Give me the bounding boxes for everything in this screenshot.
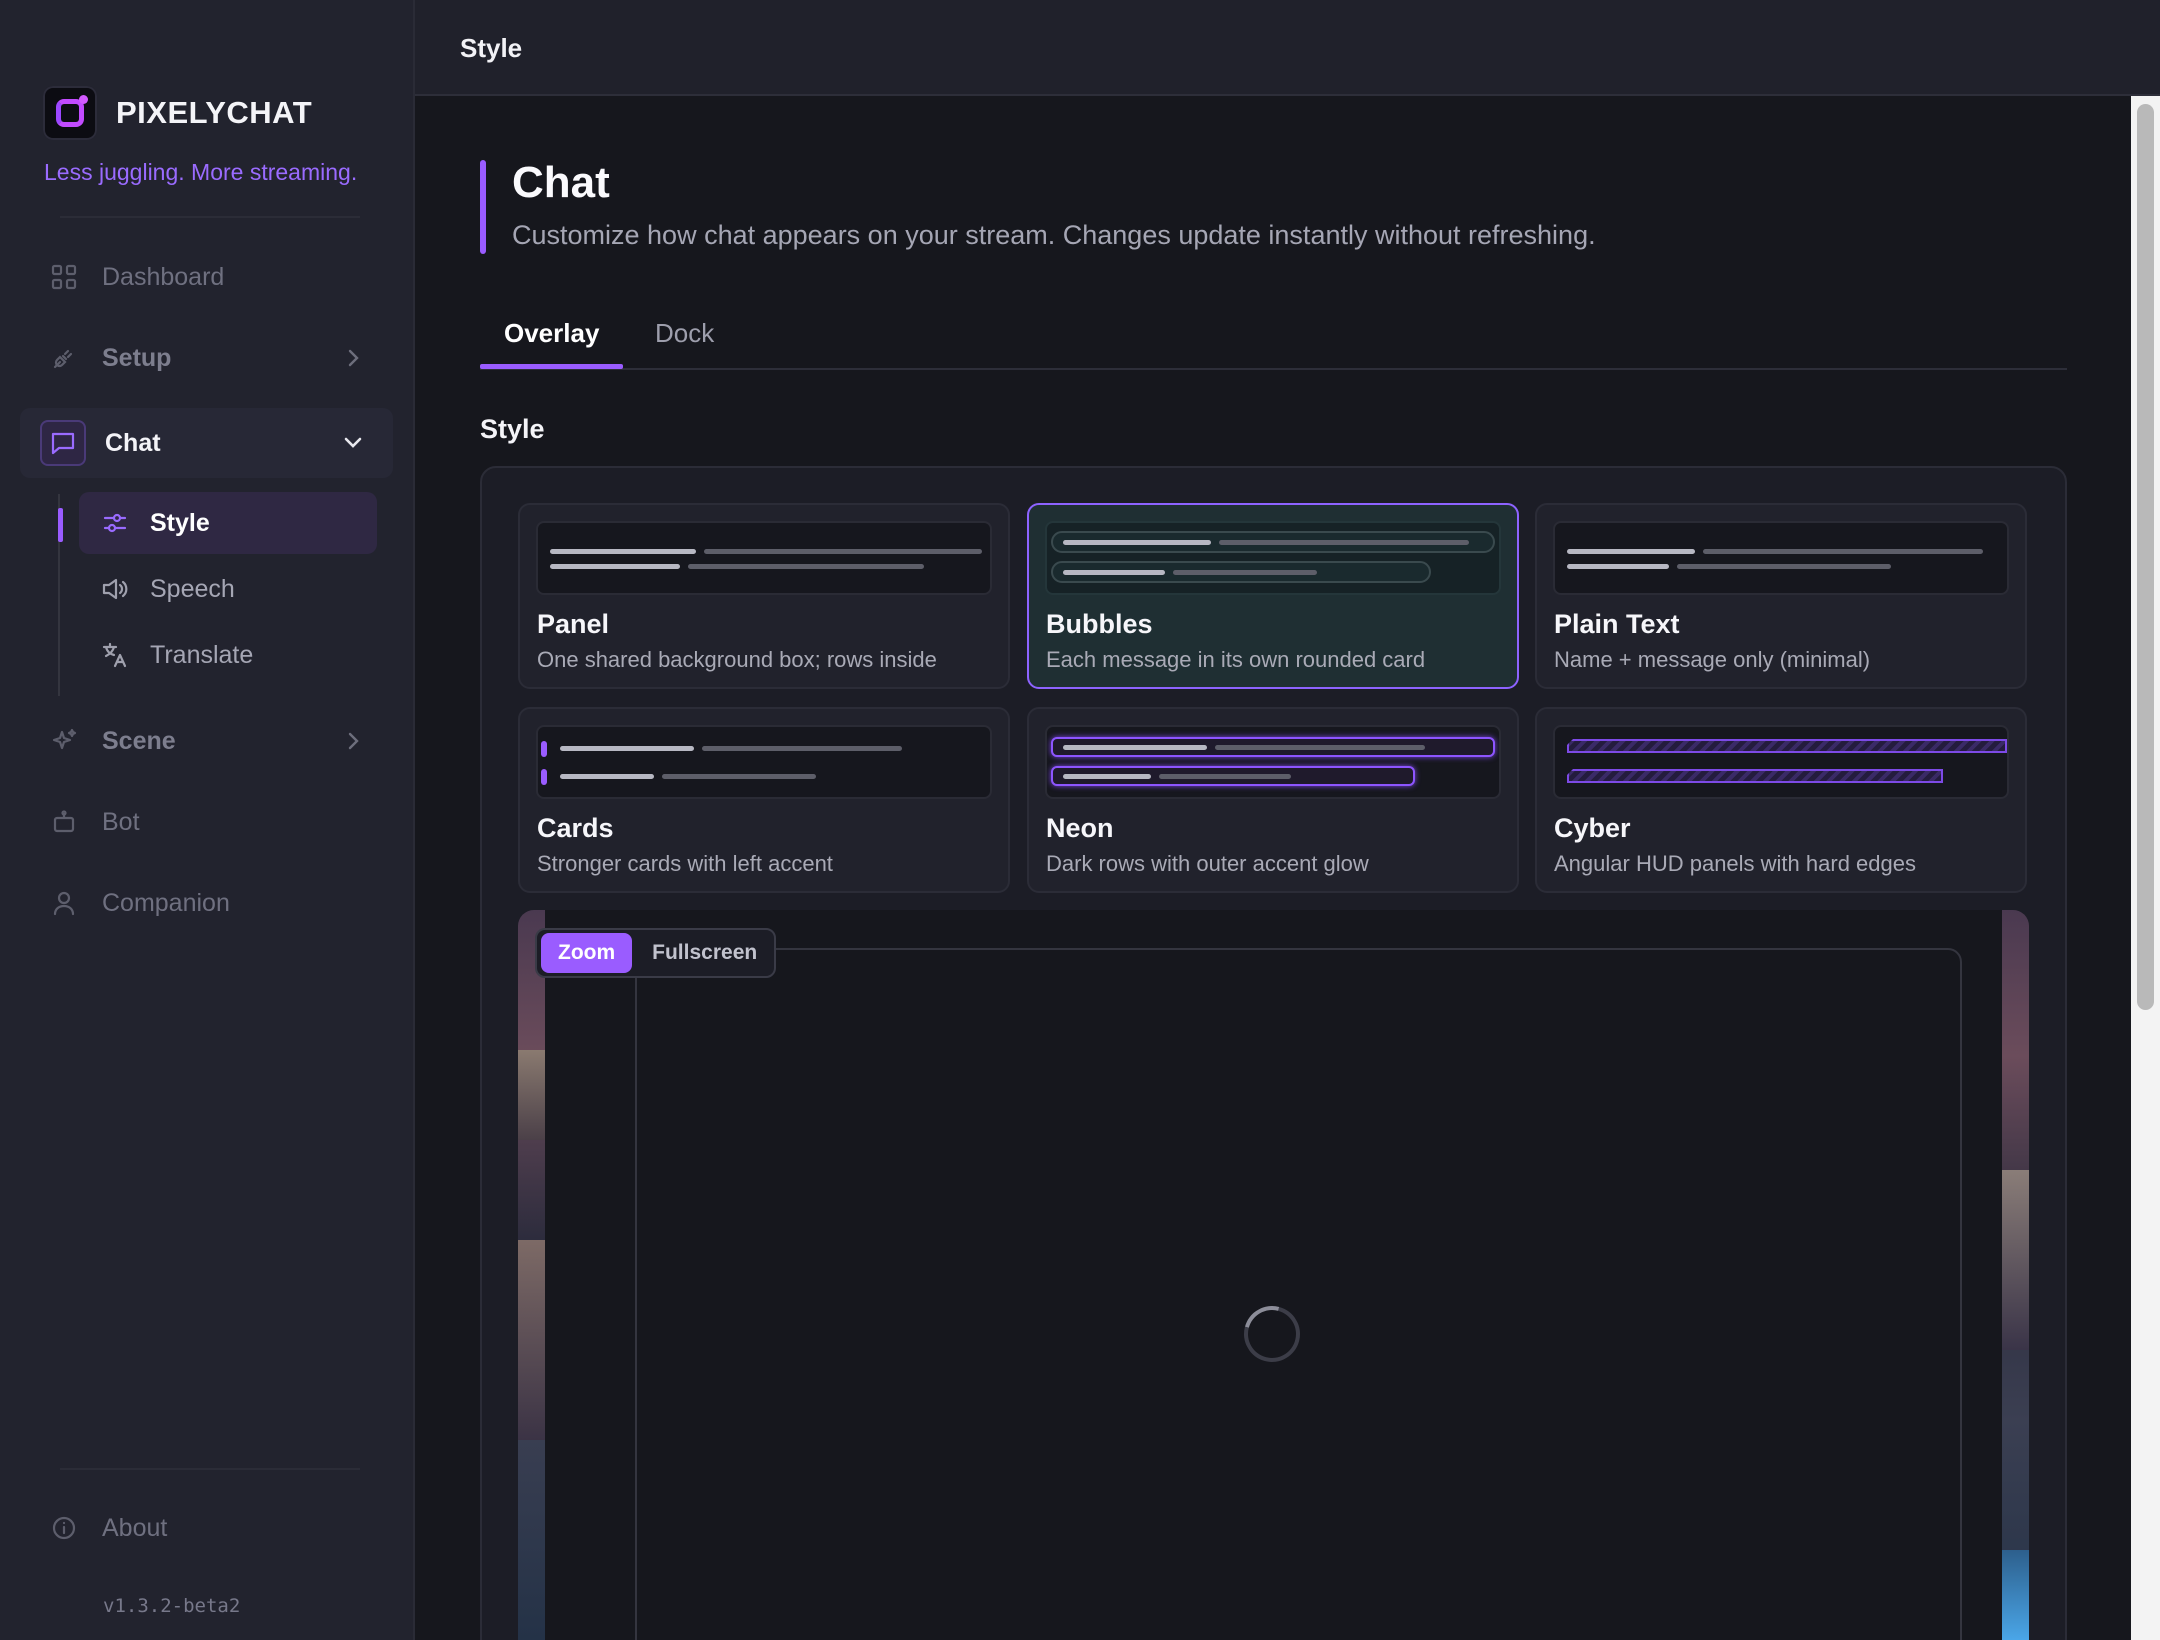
scrollbar-thumb[interactable] <box>2137 104 2154 1010</box>
page-title: Chat <box>512 158 610 207</box>
style-thumbnail <box>536 725 992 799</box>
sidebar-item-label: Companion <box>102 888 230 917</box>
sidebar-subitem-label: Style <box>150 508 210 537</box>
sidebar-item-scene[interactable]: Scene <box>20 710 393 772</box>
sidebar-item-label: Chat <box>105 428 161 457</box>
sidebar-item-label: Bot <box>102 807 140 836</box>
chat-bubble-icon <box>40 420 86 466</box>
sidebar-item-chat[interactable]: Chat <box>20 408 393 478</box>
sidebar-item-label: Dashboard <box>102 262 225 291</box>
preview-guide <box>635 980 637 1640</box>
sidebar-subitem-label: Translate <box>150 640 254 669</box>
style-option-panel[interactable]: Panel One shared background box; rows in… <box>518 503 1010 689</box>
sidebar-item-label: Setup <box>102 343 172 372</box>
sidebar-divider <box>60 1468 360 1470</box>
active-tab-indicator <box>480 364 623 369</box>
sidebar-item-dashboard[interactable]: Dashboard <box>20 246 393 308</box>
style-option-bubbles[interactable]: Bubbles Each message in its own rounded … <box>1027 503 1519 689</box>
top-bar: Style <box>415 0 2160 96</box>
style-title: Neon <box>1046 813 1114 843</box>
tab-overlay[interactable]: Overlay <box>504 318 599 349</box>
chevron-down-icon <box>341 431 365 455</box>
style-title: Plain Text <box>1554 609 1680 639</box>
style-option-cards[interactable]: Cards Stronger cards with left accent <box>518 707 1010 893</box>
preview-frame <box>635 948 1962 1640</box>
translate-icon <box>100 640 130 670</box>
page-subtitle: Customize how chat appears on your strea… <box>512 220 1596 250</box>
style-option-cyber[interactable]: Cyber Angular HUD panels with hard edges <box>1535 707 2027 893</box>
info-icon <box>48 1512 80 1544</box>
sparkle-icon <box>48 725 80 757</box>
style-option-neon[interactable]: Neon Dark rows with outer accent glow <box>1027 707 1519 893</box>
style-description: One shared background box; rows inside <box>537 647 937 672</box>
app-version: v1.3.2-beta2 <box>103 1595 241 1617</box>
sidebar-item-setup[interactable]: Setup <box>20 327 393 389</box>
style-thumbnail <box>1045 725 1501 799</box>
grid-icon <box>48 261 80 293</box>
style-thumbnail <box>1553 725 2009 799</box>
plug-icon <box>48 342 80 374</box>
person-icon <box>48 887 80 919</box>
style-thumbnail <box>1045 521 1501 595</box>
overlay-preview <box>518 910 2029 1640</box>
style-description: Dark rows with outer accent glow <box>1046 851 1369 876</box>
app-name: PIXELYCHAT <box>116 95 313 130</box>
sidebar-item-label: Scene <box>102 726 176 755</box>
style-description: Name + message only (minimal) <box>1554 647 1871 672</box>
style-title: Cards <box>537 813 614 843</box>
sidebar-divider <box>60 216 360 218</box>
sidebar: PIXELYCHAT Less juggling. More streaming… <box>0 0 415 1640</box>
style-thumbnail <box>536 521 992 595</box>
style-option-plain-text[interactable]: Plain Text Name + message only (minimal) <box>1535 503 2027 689</box>
style-description: Stronger cards with left accent <box>537 851 833 876</box>
style-description: Each message in its own rounded card <box>1046 647 1426 672</box>
style-description: Angular HUD panels with hard edges <box>1554 851 1916 876</box>
brand[interactable]: PIXELYCHAT <box>43 86 312 140</box>
app-tagline: Less juggling. More streaming. <box>44 159 358 185</box>
sidebar-subitem-style[interactable]: Style <box>79 492 377 554</box>
preview-view-toggle: Zoom Fullscreen <box>535 928 776 978</box>
style-title: Cyber <box>1554 813 1631 843</box>
sidebar-subitem-speech[interactable]: Speech <box>79 558 377 620</box>
chevron-right-icon <box>341 346 365 370</box>
chevron-right-icon <box>341 729 365 753</box>
sidebar-item-label: About <box>102 1513 168 1542</box>
tab-dock[interactable]: Dock <box>655 318 714 349</box>
sidebar-item-bot[interactable]: Bot <box>20 791 393 853</box>
zoom-button[interactable]: Zoom <box>541 933 633 973</box>
sidebar-subitem-translate[interactable]: Translate <box>79 624 377 686</box>
style-title: Panel <box>537 609 610 639</box>
app-logo <box>43 86 97 140</box>
sliders-icon <box>100 508 130 538</box>
style-thumbnail <box>1553 521 2009 595</box>
submenu-active-indicator <box>58 508 63 542</box>
robot-icon <box>48 806 80 838</box>
tab-bar: Overlay Dock <box>480 300 2067 370</box>
style-title: Bubbles <box>1046 609 1153 639</box>
speaker-icon <box>100 574 130 604</box>
sidebar-item-companion[interactable]: Companion <box>20 872 393 934</box>
topbar-title: Style <box>460 33 523 63</box>
page-title-accent <box>480 160 486 254</box>
section-title: Style <box>480 414 545 444</box>
sidebar-subitem-label: Speech <box>150 574 235 603</box>
sidebar-item-about[interactable]: About <box>20 1497 393 1559</box>
preview-canvas <box>545 910 2002 1640</box>
fullscreen-button[interactable]: Fullscreen <box>652 941 757 965</box>
